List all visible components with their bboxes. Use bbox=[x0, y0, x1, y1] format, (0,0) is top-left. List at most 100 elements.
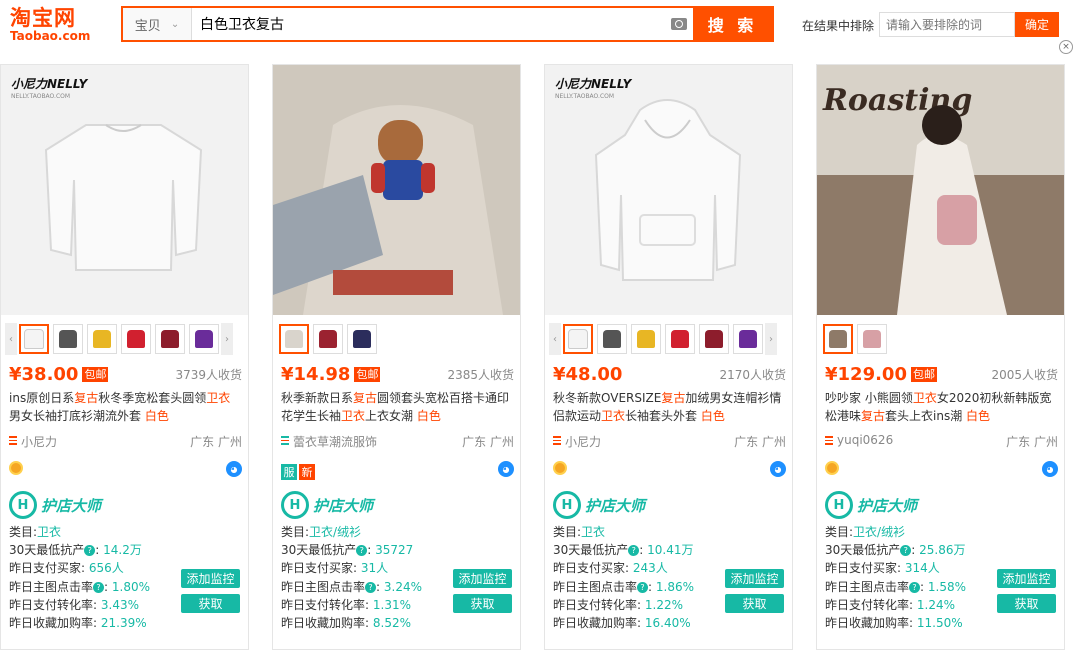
price: ¥14.98 bbox=[281, 364, 351, 385]
help-icon: ? bbox=[93, 581, 105, 593]
thumb-photo-2[interactable] bbox=[857, 324, 887, 354]
product-image[interactable] bbox=[273, 65, 520, 315]
thumb-purple[interactable] bbox=[733, 324, 763, 354]
shop-row: yuqi0626 广东 广州 bbox=[825, 433, 1058, 450]
prev-arrow-icon[interactable]: ‹ bbox=[5, 323, 17, 355]
search-bar: 宝贝 ⌄ 搜 索 bbox=[121, 6, 774, 42]
fetch-button[interactable]: 获取 bbox=[725, 594, 784, 613]
thumb-white[interactable] bbox=[19, 324, 49, 354]
search-input[interactable] bbox=[192, 8, 665, 40]
thumb-red[interactable] bbox=[121, 324, 151, 354]
exclude-label: 在结果中排除 bbox=[802, 19, 875, 33]
shop-icon bbox=[281, 436, 289, 445]
shop-name[interactable]: yuqi0626 bbox=[837, 433, 893, 450]
category-link[interactable]: 卫衣 bbox=[581, 525, 605, 539]
product-image[interactable]: 小尼力NELLY NELLY.TAOBAO.COM bbox=[1, 65, 248, 315]
add-monitor-button[interactable]: 添加监控 bbox=[181, 569, 240, 588]
shop-icon bbox=[825, 436, 833, 445]
sales-count: 2385人收货 bbox=[447, 368, 514, 382]
next-arrow-icon[interactable]: › bbox=[765, 323, 777, 355]
hoodie-illustration bbox=[594, 99, 742, 281]
thumb-yellow[interactable] bbox=[87, 324, 117, 354]
price-row: ¥129.00 包邮 2005人收货 bbox=[825, 364, 1058, 385]
camera-icon[interactable] bbox=[665, 8, 693, 40]
taobao-logo[interactable]: 淘宝网 Taobao.com bbox=[10, 6, 95, 42]
wangwang-chat-icon[interactable]: ◕ bbox=[498, 461, 514, 477]
tag-xin[interactable]: 新 bbox=[299, 464, 315, 480]
product-title[interactable]: 秋冬新款OVERSIZE复古加绒男女连帽衫情侣款运动卫衣长袖套头外套 白色 bbox=[553, 389, 786, 425]
medal-icon[interactable] bbox=[9, 461, 23, 475]
logo-cn: 淘宝网 bbox=[10, 6, 76, 30]
product-card[interactable]: 小尼力NELLY NELLY.TAOBAO.COM ‹ › ¥38.00 包邮 3… bbox=[0, 64, 249, 650]
thumb-red[interactable] bbox=[665, 324, 695, 354]
thumb-photo-1[interactable] bbox=[823, 324, 853, 354]
fetch-button[interactable]: 获取 bbox=[181, 594, 240, 613]
chevron-down-icon: ⌄ bbox=[170, 18, 180, 30]
price-row: ¥38.00 包邮 3739人收货 bbox=[9, 364, 242, 385]
shop-row: 蕾衣草潮流服饰 广东 广州 bbox=[281, 433, 514, 450]
free-shipping-badge: 包邮 bbox=[82, 367, 109, 382]
hudian-logo: H 护店大师 bbox=[553, 491, 645, 519]
product-image[interactable]: 小尼力NELLY NELLY.TAOBAO.COM bbox=[545, 65, 792, 315]
next-arrow-icon[interactable]: › bbox=[221, 323, 233, 355]
exclude-confirm-button[interactable]: 确定 bbox=[1015, 12, 1059, 37]
color-thumbnails: ‹ › bbox=[549, 322, 777, 356]
product-image[interactable]: Roasting bbox=[817, 65, 1064, 315]
badge-row: 服新 ◕ bbox=[281, 461, 514, 480]
help-icon: ? bbox=[900, 545, 912, 557]
tag-fu[interactable]: 服 bbox=[281, 464, 297, 480]
help-icon: ? bbox=[356, 545, 368, 557]
shop-stats: 类目:卫衣/绒衫 30天最低抗产?: 25.86万 昨日支付买家: 314人 昨… bbox=[825, 525, 966, 631]
hudian-logo: H 护店大师 bbox=[9, 491, 101, 519]
add-monitor-button[interactable]: 添加监控 bbox=[997, 569, 1056, 588]
prev-arrow-icon[interactable]: ‹ bbox=[549, 323, 561, 355]
free-shipping-badge: 包邮 bbox=[354, 367, 381, 382]
location: 广东 广州 bbox=[190, 435, 242, 449]
medal-icon[interactable] bbox=[825, 461, 839, 475]
thumb-photo-2[interactable] bbox=[313, 324, 343, 354]
category-link[interactable]: 卫衣/绒衫 bbox=[309, 525, 361, 539]
product-title[interactable]: 吵吵家 小熊圆领卫衣女2020初秋新韩版宽松港味复古套头上衣ins潮 白色 bbox=[825, 389, 1058, 425]
add-monitor-button[interactable]: 添加监控 bbox=[725, 569, 784, 588]
price-row: ¥48.00 2170人收货 bbox=[553, 364, 786, 385]
search-scope-select[interactable]: 宝贝 ⌄ bbox=[123, 8, 192, 40]
search-button[interactable]: 搜 索 bbox=[693, 8, 772, 40]
exclude-input[interactable] bbox=[879, 12, 1015, 37]
category-link[interactable]: 卫衣/绒衫 bbox=[853, 525, 905, 539]
help-icon: ? bbox=[84, 545, 96, 557]
add-monitor-button[interactable]: 添加监控 bbox=[453, 569, 512, 588]
thumb-photo-3[interactable] bbox=[347, 324, 377, 354]
thumb-purple[interactable] bbox=[189, 324, 219, 354]
product-card[interactable]: Roasting ¥129.00 包邮 2005人收货 吵吵家 小熊圆领卫衣女2… bbox=[816, 64, 1065, 650]
wangwang-chat-icon[interactable]: ◕ bbox=[770, 461, 786, 477]
shop-name[interactable]: 小尼力 bbox=[21, 433, 57, 450]
shop-name[interactable]: 蕾衣草潮流服饰 bbox=[293, 433, 377, 450]
sweatshirt-illustration bbox=[44, 124, 203, 271]
model-photo-illustration bbox=[273, 65, 520, 315]
fetch-button[interactable]: 获取 bbox=[997, 594, 1056, 613]
price: ¥129.00 bbox=[825, 364, 907, 385]
thumb-yellow[interactable] bbox=[631, 324, 661, 354]
wangwang-chat-icon[interactable]: ◕ bbox=[1042, 461, 1058, 477]
fetch-button[interactable]: 获取 bbox=[453, 594, 512, 613]
medal-icon[interactable] bbox=[553, 461, 567, 475]
help-icon: ? bbox=[628, 545, 640, 557]
price: ¥38.00 bbox=[9, 364, 79, 385]
category-link[interactable]: 卫衣 bbox=[37, 525, 61, 539]
product-title[interactable]: ins原创日系复古秋冬季宽松套头圆领卫衣男女长袖打底衫潮流外套 白色 bbox=[9, 389, 242, 425]
product-card[interactable]: 小尼力NELLY NELLY.TAOBAO.COM ‹ › ¥48.00 2170… bbox=[544, 64, 793, 650]
location: 广东 广州 bbox=[1006, 435, 1058, 449]
thumb-burgundy[interactable] bbox=[155, 324, 185, 354]
thumb-grey[interactable] bbox=[597, 324, 627, 354]
thumb-burgundy[interactable] bbox=[699, 324, 729, 354]
thumb-photo-1[interactable] bbox=[279, 324, 309, 354]
product-card[interactable]: ¥14.98 包邮 2385人收货 秋季新款日系复古圆领套头宽松百搭卡通印花学生… bbox=[272, 64, 521, 650]
shop-stats: 类目:卫衣 30天最低抗产?: 10.41万 昨日支付买家: 243人 昨日主图… bbox=[553, 525, 694, 631]
thumb-grey[interactable] bbox=[53, 324, 83, 354]
close-icon[interactable]: × bbox=[1059, 40, 1073, 54]
product-title[interactable]: 秋季新款日系复古圆领套头宽松百搭卡通印花学生长袖卫衣上衣女潮 白色 bbox=[281, 389, 514, 425]
badge-row: ◕ bbox=[9, 461, 242, 479]
wangwang-chat-icon[interactable]: ◕ bbox=[226, 461, 242, 477]
shop-name[interactable]: 小尼力 bbox=[565, 433, 601, 450]
thumb-white[interactable] bbox=[563, 324, 593, 354]
